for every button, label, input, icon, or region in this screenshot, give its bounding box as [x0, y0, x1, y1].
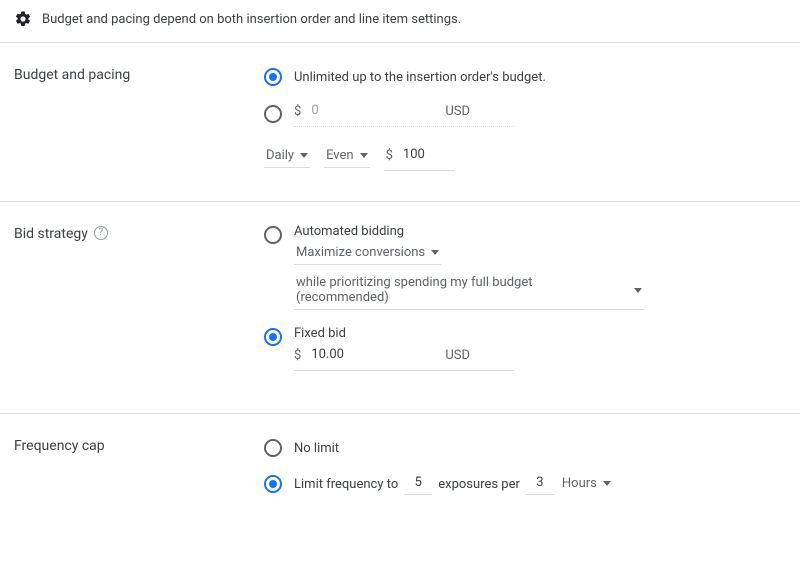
bid-auto-goal-value: Maximize conversions	[296, 245, 425, 260]
help-icon[interactable]: ?	[94, 226, 108, 240]
chevron-down-icon	[360, 153, 368, 158]
bid-fixed-input[interactable]	[311, 345, 421, 366]
hint-bar: Budget and pacing depend on both inserti…	[0, 0, 800, 42]
freq-limit-radio[interactable]	[264, 475, 282, 493]
budget-fixed-currency: USD	[445, 104, 475, 119]
bid-auto-priority-dropdown[interactable]: while prioritizing spending my full budg…	[294, 273, 644, 310]
bid-fixed-prefix: $	[294, 348, 301, 363]
freq-section-label: Frequency cap	[14, 436, 264, 508]
hint-text: Budget and pacing depend on both inserti…	[42, 12, 461, 27]
bid-section-label: Bid strategy	[14, 226, 88, 242]
freq-count-input[interactable]	[526, 473, 554, 495]
chevron-down-icon	[431, 250, 439, 255]
bid-section: Bid strategy ? Automated bidding Maximiz…	[0, 201, 800, 413]
budget-fixed-input[interactable]	[311, 101, 421, 122]
bid-fixed-radio[interactable]	[264, 328, 282, 346]
bid-fixed-currency: USD	[445, 348, 475, 363]
bid-auto-label: Automated bidding	[294, 224, 786, 239]
chevron-down-icon	[634, 288, 642, 293]
freq-nolimit-label: No limit	[294, 441, 339, 456]
pacing-mode-value: Even	[326, 148, 354, 163]
bid-auto-radio[interactable]	[264, 226, 282, 244]
freq-unit-dropdown[interactable]: Hours	[560, 474, 613, 495]
budget-fixed-prefix: $	[294, 104, 301, 119]
pacing-interval-dropdown[interactable]: Daily	[264, 146, 310, 168]
freq-unit-value: Hours	[562, 476, 597, 491]
pacing-interval-value: Daily	[266, 148, 294, 163]
freq-nolimit-radio[interactable]	[264, 439, 282, 457]
budget-section-label: Budget and pacing	[14, 65, 264, 171]
budget-fixed-radio[interactable]	[264, 105, 282, 123]
bid-fixed-label: Fixed bid	[294, 326, 514, 341]
gear-icon	[14, 10, 32, 28]
pacing-mode-dropdown[interactable]: Even	[324, 146, 370, 168]
bid-auto-goal-dropdown[interactable]: Maximize conversions	[294, 243, 441, 265]
freq-section: Frequency cap No limit Limit frequency t…	[0, 413, 800, 538]
pacing-amount-prefix: $	[386, 148, 393, 163]
freq-exposures-input[interactable]	[404, 473, 432, 495]
budget-section: Budget and pacing Unlimited up to the in…	[0, 42, 800, 201]
pacing-amount-input[interactable]	[403, 145, 453, 166]
chevron-down-icon	[603, 481, 611, 486]
freq-limit-prefix: Limit frequency to	[294, 477, 398, 492]
chevron-down-icon	[300, 153, 308, 158]
freq-limit-mid: exposures per	[438, 477, 520, 492]
budget-unlimited-label: Unlimited up to the insertion order's bu…	[294, 70, 546, 85]
budget-unlimited-radio[interactable]	[264, 68, 282, 86]
bid-auto-priority-value: while prioritizing spending my full budg…	[296, 275, 628, 305]
